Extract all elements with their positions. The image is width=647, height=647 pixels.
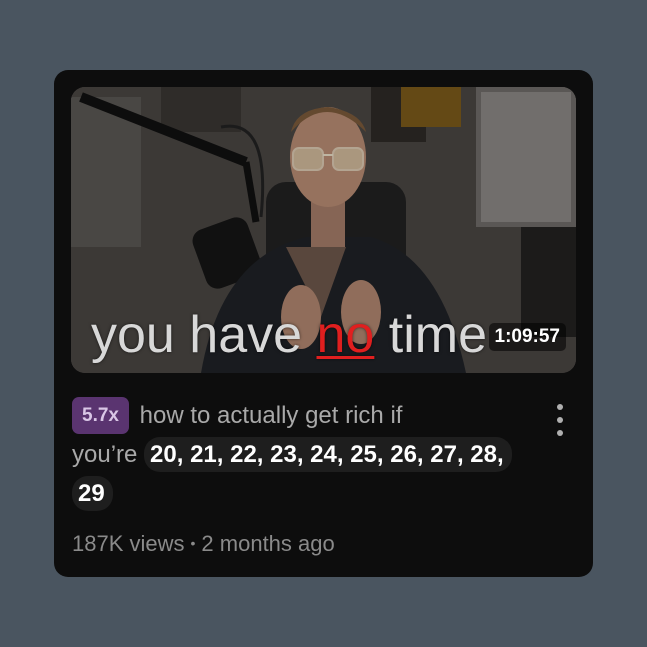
separator-dot: •: [190, 535, 196, 551]
title-text-part1: how to actually get rich if: [139, 402, 403, 429]
upload-age: 2 months ago: [201, 531, 335, 556]
video-thumbnail[interactable]: you have no time 1:09:57: [71, 87, 576, 373]
kebab-menu-icon[interactable]: [550, 402, 570, 438]
title-text-part2: you’re: [72, 441, 138, 468]
video-title[interactable]: 5.7x how to actually get rich if you’re …: [72, 396, 532, 513]
video-stats: 187K views • 2 months ago: [72, 531, 335, 557]
caption-text-highlight: no: [316, 306, 375, 364]
duration-badge: 1:09:57: [488, 323, 566, 351]
video-card[interactable]: you have no time 1:09:57 5.7x how to act…: [54, 70, 593, 577]
title-highlight: 20, 21, 22, 23, 24, 25, 26, 27, 28, 29: [72, 437, 512, 511]
view-count: 187K views: [72, 531, 185, 556]
caption-text-pre: you have: [91, 306, 317, 364]
thumbnail-caption: you have no time: [91, 305, 487, 365]
speed-badge: 5.7x: [72, 397, 129, 434]
caption-text-post: time: [374, 306, 488, 364]
